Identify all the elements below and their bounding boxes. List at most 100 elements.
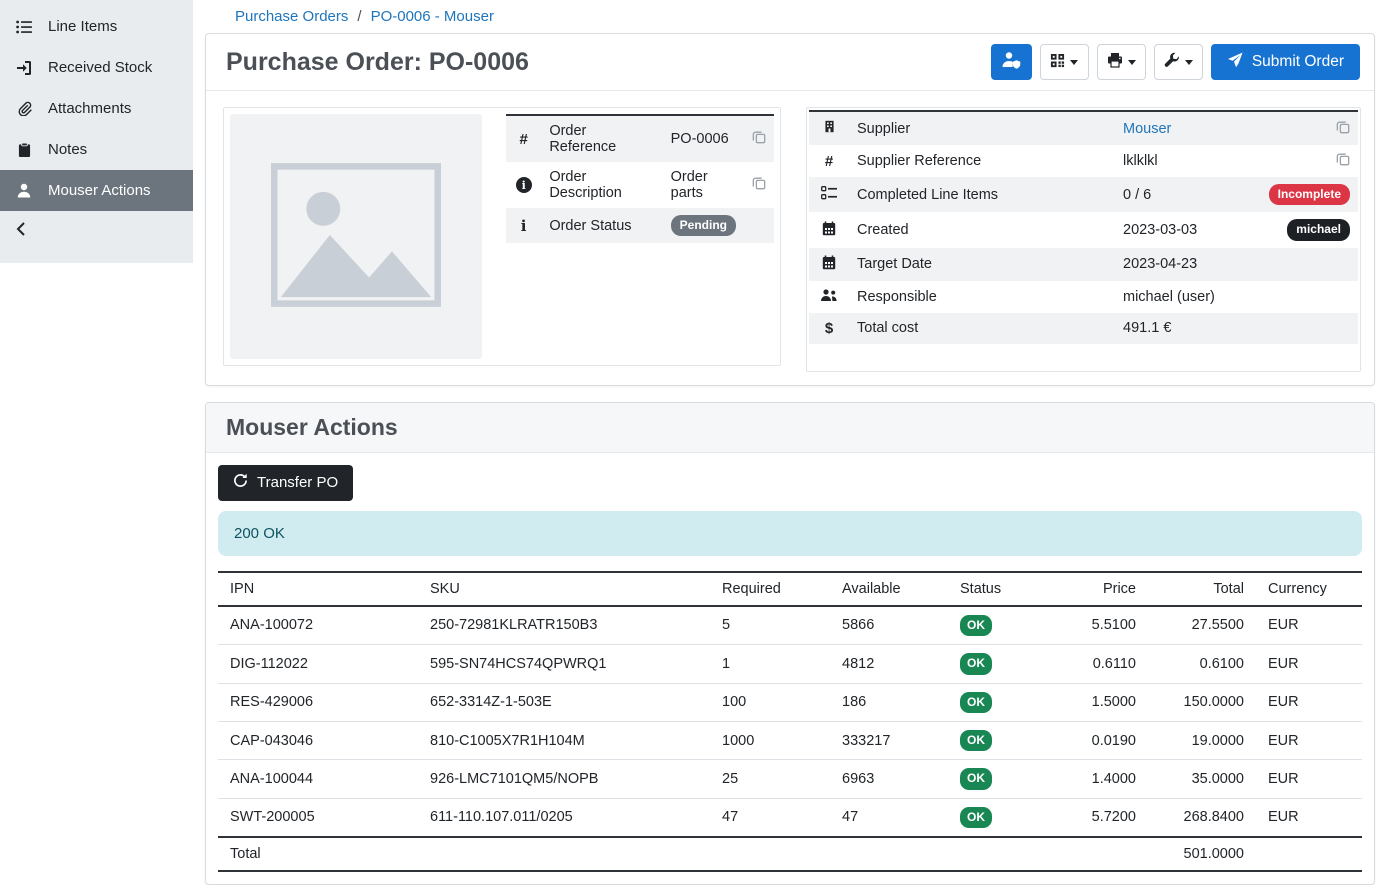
copy-icon[interactable] xyxy=(1336,120,1350,134)
table-row: RES-429006 652-3314Z-1-503E 100 186 OK 1… xyxy=(218,683,1362,721)
order-actions-dropdown[interactable] xyxy=(1154,44,1203,80)
table-row: # Supplier Reference lklklkl xyxy=(809,145,1358,177)
supplier-link[interactable]: Mouser xyxy=(1123,121,1171,137)
detail-value: 0 / 6 xyxy=(1115,177,1261,212)
cell-currency: EUR xyxy=(1256,606,1362,645)
supplier-details-table: Supplier Mouser # Supplier Reference lkl… xyxy=(809,110,1358,344)
chevron-left-icon xyxy=(16,222,26,240)
incomplete-badge: Incomplete xyxy=(1269,184,1350,205)
table-row: i Order Description Order parts xyxy=(506,162,774,208)
cell-ipn: CAP-043046 xyxy=(218,721,418,759)
list-icon xyxy=(15,20,33,34)
page-title: Purchase Order: PO-0006 xyxy=(226,48,529,77)
cell-price: 0.6110 xyxy=(1048,645,1148,683)
sidebar-item-label: Received Stock xyxy=(48,59,152,76)
cell-required: 5 xyxy=(710,606,830,645)
submit-order-label: Submit Order xyxy=(1252,53,1344,71)
status-badge: Pending xyxy=(671,215,736,236)
table-row: Supplier Mouser xyxy=(809,111,1358,145)
cell-required: 1 xyxy=(710,645,830,683)
breadcrumb-link-po-0006[interactable]: PO-0006 - Mouser xyxy=(371,8,494,25)
cell-required: 1000 xyxy=(710,721,830,759)
sidebar-item-label: Mouser Actions xyxy=(48,182,151,199)
transfer-po-label: Transfer PO xyxy=(257,474,338,491)
cell-price: 5.7200 xyxy=(1048,798,1148,837)
info-circle-icon: i xyxy=(516,177,532,193)
cell-available: 4812 xyxy=(830,645,948,683)
cell-available: 6963 xyxy=(830,760,948,798)
sidebar: Line Items Received Stock Attachments No… xyxy=(0,0,193,794)
detail-label: Responsible xyxy=(849,281,1115,313)
supplier-details-box: Supplier Mouser # Supplier Reference lkl… xyxy=(806,107,1361,372)
ok-badge: OK xyxy=(960,807,992,828)
breadcrumb-link-purchase-orders[interactable]: Purchase Orders xyxy=(235,8,348,25)
image-placeholder-icon xyxy=(271,160,441,314)
column-header-price: Price xyxy=(1048,572,1148,606)
cell-currency: EUR xyxy=(1256,721,1362,759)
table-row: $ Total cost 491.1 € xyxy=(809,313,1358,344)
order-details-box: # Order Reference PO-0006 i Order Descri… xyxy=(223,107,781,366)
cell-sku: 810-C1005X7R1H104M xyxy=(418,721,710,759)
submit-order-button[interactable]: Submit Order xyxy=(1211,44,1360,80)
sidebar-collapse-button[interactable] xyxy=(0,211,193,251)
sidebar-item-label: Notes xyxy=(48,141,87,158)
wrench-icon xyxy=(1164,52,1180,72)
sidebar-item-line-items[interactable]: Line Items xyxy=(0,6,193,47)
cell-ipn: ANA-100044 xyxy=(218,760,418,798)
table-row: DIG-112022 595-SN74HCS74QPWRQ1 1 4812 OK… xyxy=(218,645,1362,683)
table-row: Target Date 2023-04-23 xyxy=(809,248,1358,281)
cell-ipn: RES-429006 xyxy=(218,683,418,721)
breadcrumb-separator: / xyxy=(357,8,361,25)
chevron-down-icon xyxy=(1185,60,1193,65)
sidebar-item-attachments[interactable]: Attachments xyxy=(0,88,193,129)
cell-sku: 595-SN74HCS74QPWRQ1 xyxy=(418,645,710,683)
calendar-icon xyxy=(822,224,836,240)
detail-value: PO-0006 xyxy=(663,115,744,162)
table-row: i Order Status Pending xyxy=(506,208,774,243)
sidebar-item-label: Line Items xyxy=(48,18,117,35)
cell-price: 1.5000 xyxy=(1048,683,1148,721)
copy-icon[interactable] xyxy=(752,130,766,144)
chevron-down-icon xyxy=(1128,60,1136,65)
sidebar-item-mouser-actions[interactable]: Mouser Actions xyxy=(0,170,193,211)
printer-icon xyxy=(1107,52,1123,72)
print-actions-dropdown[interactable] xyxy=(1097,44,1146,80)
ok-badge: OK xyxy=(960,615,992,636)
user-shield-icon xyxy=(1001,51,1021,73)
barcode-actions-dropdown[interactable] xyxy=(1040,44,1089,80)
table-row: ANA-100072 250-72981KLRATR150B3 5 5866 O… xyxy=(218,606,1362,645)
order-details-table: # Order Reference PO-0006 i Order Descri… xyxy=(506,114,774,243)
sidebar-item-notes[interactable]: Notes xyxy=(0,129,193,170)
cell-total: 35.0000 xyxy=(1148,760,1256,798)
sidebar-item-received-stock[interactable]: Received Stock xyxy=(0,47,193,88)
cell-price: 0.0190 xyxy=(1048,721,1148,759)
cell-available: 47 xyxy=(830,798,948,837)
transfer-po-button[interactable]: Transfer PO xyxy=(218,465,353,501)
user-badge: michael xyxy=(1287,219,1350,240)
clipboard-icon xyxy=(15,142,33,158)
copy-icon[interactable] xyxy=(752,176,766,190)
column-header-sku: SKU xyxy=(418,572,710,606)
building-icon xyxy=(823,122,836,138)
ok-badge: OK xyxy=(960,692,992,713)
footer-total-label: Total xyxy=(218,837,418,871)
qrcode-icon xyxy=(1050,53,1065,72)
table-row: CAP-043046 810-C1005X7R1H104M 1000 33321… xyxy=(218,721,1362,759)
copy-icon[interactable] xyxy=(1336,152,1350,166)
detail-label: Order Status xyxy=(541,208,662,243)
refresh-icon xyxy=(233,473,248,492)
table-row: Created 2023-03-03 michael xyxy=(809,212,1358,247)
breadcrumb: Purchase Orders / PO-0006 - Mouser xyxy=(205,0,1375,33)
cell-currency: EUR xyxy=(1256,645,1362,683)
cell-price: 5.5100 xyxy=(1048,606,1148,645)
main-content: Purchase Orders / PO-0006 - Mouser Purch… xyxy=(193,0,1383,794)
purchase-order-panel: Purchase Order: PO-0006 xyxy=(205,33,1375,386)
toolbar: Submit Order xyxy=(991,44,1360,80)
cell-ipn: ANA-100072 xyxy=(218,606,418,645)
column-header-required: Required xyxy=(710,572,830,606)
cell-currency: EUR xyxy=(1256,798,1362,837)
column-header-available: Available xyxy=(830,572,948,606)
user-actions-button[interactable] xyxy=(991,44,1032,80)
cell-required: 25 xyxy=(710,760,830,798)
sign-in-icon xyxy=(15,60,33,76)
